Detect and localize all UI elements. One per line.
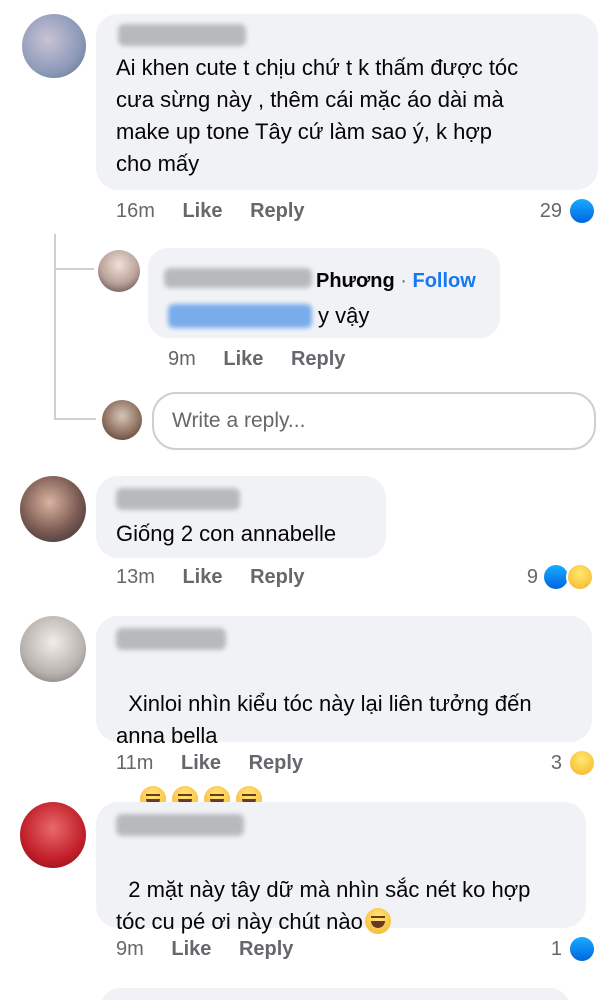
commenter-name-blurred[interactable] [116,488,240,510]
comment-time: 11m [116,752,154,774]
like-button[interactable]: Like [171,938,211,960]
comment-time: 16m [116,200,155,222]
separator-dot: · [400,270,407,292]
comment-time: 13m [116,566,155,588]
haha-icon[interactable] [568,749,596,777]
commenter-avatar[interactable] [20,616,86,682]
commenter-name-blurred[interactable] [116,814,244,836]
reply-button[interactable]: Reply [249,752,303,774]
replier-avatar[interactable] [98,250,140,292]
reply-button[interactable]: Reply [250,566,304,588]
reaction-count[interactable]: 29 [520,200,562,223]
reply-button[interactable]: Reply [239,938,293,960]
like-button[interactable]: Like [223,348,263,370]
like-button[interactable]: Like [182,200,222,222]
reply-button[interactable]: Reply [250,200,304,222]
comment-text: Giống 2 con annabelle [116,521,337,546]
mentioned-name-blurred[interactable] [168,304,312,328]
comment-actions: 9m Like Reply [116,938,315,961]
comment-text-body: 2 mặt này tây dữ mà nhìn sắc nét ko hợp … [116,877,531,934]
commenter-avatar[interactable] [22,14,86,78]
sweat-smile-emoji-icon [364,908,391,934]
follow-button[interactable]: Follow [413,270,476,292]
commenter-avatar[interactable] [20,476,86,542]
commenter-name-blurred[interactable] [116,628,226,650]
next-comment-bubble [100,988,570,1000]
like-icon[interactable] [568,197,596,225]
thread-line [54,234,56,420]
commenter-avatar[interactable] [20,802,86,868]
haha-icon[interactable] [566,563,594,591]
like-icon[interactable] [568,935,596,963]
like-button[interactable]: Like [182,566,222,588]
comment-actions: 11m Like Reply [116,752,325,775]
comment-time: 9m [116,938,144,960]
reply-time: 9m [168,348,196,370]
comment-text-body: Xinloi nhìn kiểu tóc này lại liên tưởng … [116,691,532,748]
replier-name[interactable]: Phương [316,270,395,292]
reaction-count[interactable]: 3 [530,752,562,775]
reply-header: Phương · Follow [316,268,476,294]
reaction-count[interactable]: 9 [500,566,538,589]
replier-name-blurred[interactable] [164,268,312,288]
comment-actions: 13m Like Reply [116,566,327,589]
reply-input[interactable]: Write a reply... [152,392,596,450]
reply-actions: 9m Like Reply [168,348,367,371]
commenter-name-blurred[interactable] [118,24,246,46]
thread-line-branch [54,418,96,420]
reply-button[interactable]: Reply [291,348,345,370]
reaction-count[interactable]: 1 [530,938,562,961]
reply-text-tail: y vậy [318,303,370,328]
comment-text: 2 mặt này tây dữ mà nhìn sắc nét ko hợp … [116,842,576,938]
comment-text: Ai khen cute t chịu chứ t k thấm được tó… [116,55,519,176]
thread-line-branch [54,268,94,270]
comment-actions: 16m Like Reply [116,200,327,223]
like-button[interactable]: Like [181,752,221,774]
current-user-avatar [102,400,142,440]
